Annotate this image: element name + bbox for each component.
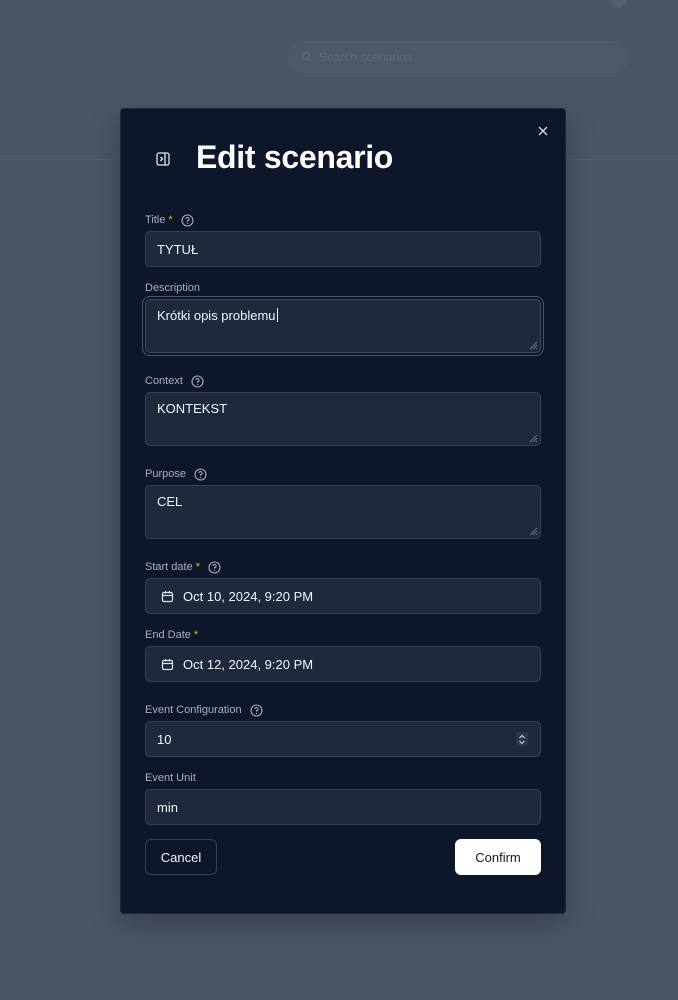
start-date-picker[interactable]: Oct 10, 2024, 9:20 PM [145,578,541,614]
help-circle-icon[interactable] [250,703,263,717]
required-marker: * [193,629,199,641]
end-date-value: Oct 12, 2024, 9:20 PM [183,656,314,672]
context-textarea[interactable]: KONTEKST [145,392,541,446]
search-icon [301,51,312,62]
resize-grip-icon[interactable] [528,340,538,350]
text-caret [276,308,278,322]
cancel-button[interactable]: Cancel [145,839,217,875]
backdrop-search-placeholder: Search scenarios [319,50,412,64]
help-circle-icon[interactable] [208,560,221,574]
purpose-field: Purpose CEL [145,466,541,539]
description-field: Description Krótki opis problemu [145,280,541,353]
title-value: TYTUŁ [157,241,199,257]
event-configuration-value: 10 [157,731,172,747]
help-circle-icon[interactable] [191,374,204,388]
close-icon [538,126,548,136]
event-unit-field: Event Unit min [145,770,541,825]
end-date-picker[interactable]: Oct 12, 2024, 9:20 PM [145,646,541,682]
event-unit-label: Event Unit [145,772,196,784]
description-value: Krótki opis problemu [157,308,278,323]
sidebar-toggle-button[interactable] [155,151,171,167]
event-configuration-number-input[interactable]: 10 [145,721,541,757]
close-button[interactable] [535,123,551,139]
purpose-label: Purpose [145,468,186,480]
edit-scenario-dialog: Edit scenario Title * TYTUŁ Description … [120,108,566,914]
title-field: Title * TYTUŁ [145,212,541,267]
context-field: Context KONTEKST [145,373,541,446]
confirm-button[interactable]: Confirm [455,839,541,875]
required-marker: * [195,561,200,573]
resize-grip-icon[interactable] [528,433,538,443]
context-value: KONTEKST [157,401,228,416]
event-unit-input[interactable]: min [145,789,541,825]
description-label: Description [145,282,201,294]
purpose-value: CEL [157,494,183,509]
title-input[interactable]: TYTUŁ [145,231,541,267]
event-configuration-field: Event Configuration 10 [145,702,541,757]
purpose-textarea[interactable]: CEL [145,485,541,539]
event-unit-value: min [157,799,178,815]
backdrop-avatar [611,0,627,8]
dialog-title: Edit scenario [196,139,394,175]
backdrop-search-input: Search scenarios [289,42,627,72]
description-textarea[interactable]: Krótki opis problemu [145,299,541,353]
help-circle-icon[interactable] [194,467,207,481]
calendar-icon [161,590,174,603]
end-date-field: End Date * Oct 12, 2024, 9:20 PM [145,627,541,682]
required-marker: * [168,214,173,226]
calendar-icon [161,658,174,671]
help-circle-icon[interactable] [181,213,194,227]
sidebar-toggle-icon [156,152,170,166]
event-configuration-label: Event Configuration [145,704,242,716]
chevron-up-down-icon[interactable] [516,732,528,746]
start-date-label: Start date [145,561,193,573]
start-date-value: Oct 10, 2024, 9:20 PM [183,588,314,604]
context-label: Context [145,375,183,387]
title-label: Title [145,214,166,226]
start-date-field: Start date * Oct 10, 2024, 9:20 PM [145,559,541,614]
end-date-label: End Date [145,629,191,641]
resize-grip-icon[interactable] [528,526,538,536]
